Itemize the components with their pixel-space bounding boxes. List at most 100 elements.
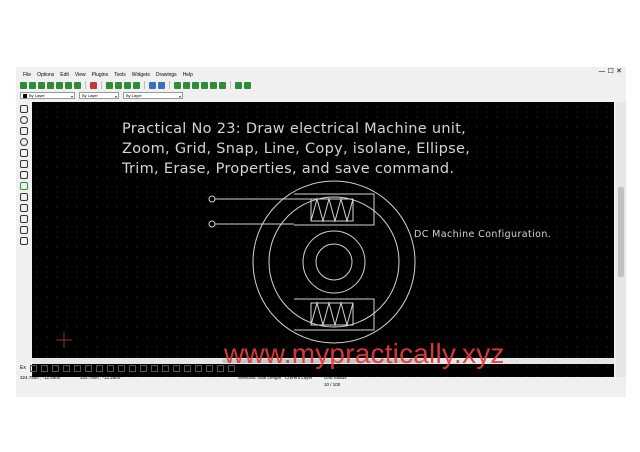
zoom-out-icon[interactable] (183, 81, 190, 89)
color-select[interactable]: By Layer ▾ (20, 92, 75, 99)
paste-icon[interactable] (115, 81, 122, 89)
toolbar-divider (85, 81, 86, 89)
print-icon[interactable] (65, 81, 72, 89)
relative-zero-icon[interactable] (161, 364, 169, 372)
ellipse-tool-icon[interactable] (19, 138, 28, 146)
selected-length-label: Selected Total Length (238, 375, 282, 380)
block-tool-icon[interactable] (19, 226, 28, 234)
zoom-previous-icon[interactable] (201, 81, 208, 89)
snap-middle-icon[interactable] (84, 364, 92, 372)
line-width-value: By Layer (82, 93, 98, 98)
chevron-down-icon: ▾ (114, 94, 117, 99)
open-file-icon[interactable] (38, 81, 45, 89)
menu-help[interactable]: Help (183, 72, 193, 78)
property-bar: By Layer ▾ By Layer ▾ By Layer ▾ (20, 92, 183, 100)
armature-outer-circle (302, 230, 366, 294)
drawing-canvas[interactable]: Practical No 23: Draw electrical Machine… (32, 102, 614, 377)
block-icon[interactable] (194, 364, 202, 372)
restrict-icon[interactable] (244, 81, 251, 89)
zoom-auto-icon[interactable] (192, 81, 199, 89)
crosshair-cursor (56, 332, 72, 348)
tool-sidebar (16, 102, 31, 380)
restrict-orthogonal-icon[interactable] (128, 364, 136, 372)
title-line-1: Practical No 23: Draw electrical Machine… (122, 121, 467, 137)
menu-file[interactable]: File (23, 72, 31, 78)
vertical-scroll-thumb[interactable] (618, 187, 624, 277)
circle-tool-icon[interactable] (19, 116, 28, 124)
restrict-nothing-icon[interactable] (117, 364, 125, 372)
image-tool-icon[interactable] (19, 215, 28, 223)
line-type-value: By Layer (126, 93, 142, 98)
draft-mode-icon[interactable] (158, 81, 165, 89)
dimension-tool-icon[interactable] (19, 171, 28, 179)
snap-icon[interactable] (235, 81, 242, 89)
snap-intersection-icon[interactable] (106, 364, 114, 372)
title-line-3: Trim, Erase, Properties, and save comman… (122, 161, 455, 177)
polyline-tool-icon[interactable] (19, 149, 28, 157)
new-template-icon[interactable] (29, 81, 36, 89)
grid-status-value: 10 / 100 (324, 382, 341, 387)
menu-tools[interactable]: Tools (114, 72, 126, 78)
snap-center-icon[interactable] (73, 364, 81, 372)
line-width-select[interactable]: By Layer ▾ (79, 92, 119, 99)
save-as-icon[interactable] (56, 81, 63, 89)
modify-tool-icon[interactable] (19, 182, 28, 190)
window-controls[interactable]: — ☐ ✕ (598, 67, 622, 75)
snap-endpoint-icon[interactable] (51, 364, 59, 372)
zoom-pan-icon[interactable] (219, 81, 226, 89)
toolbar-divider (169, 81, 170, 89)
point-tool-icon[interactable] (19, 237, 28, 245)
snap-free-icon[interactable] (29, 364, 37, 372)
menu-plugins[interactable]: Plugins (92, 72, 108, 78)
current-layer-label: Current Layer (285, 375, 313, 380)
menu-view[interactable]: View (75, 72, 86, 78)
save-icon[interactable] (47, 81, 54, 89)
grid-status-label: Grid Status (324, 375, 347, 380)
undo-icon[interactable] (124, 81, 131, 89)
menu-bar: File Options Edit View Plugins Tools Wid… (16, 70, 193, 79)
lower-coil-zigzag (310, 301, 354, 327)
outer-frame-circle (252, 180, 416, 344)
restrict-horizontal-icon[interactable] (139, 364, 147, 372)
menu-edit[interactable]: Edit (60, 72, 69, 78)
terminal-upper (208, 195, 216, 203)
zoom-in-icon[interactable] (174, 81, 181, 89)
toolbar-divider (144, 81, 145, 89)
lock-relative-zero-icon[interactable] (172, 364, 180, 372)
library-icon[interactable] (216, 364, 224, 372)
color-value: By Layer (29, 93, 45, 98)
toolbar-divider (101, 81, 102, 89)
snap-exclusive-label[interactable]: Ex (20, 365, 26, 371)
print-preview-icon[interactable] (74, 81, 81, 89)
vertical-scrollbar[interactable] (616, 102, 626, 377)
menu-options[interactable]: Options (37, 72, 54, 78)
redo-icon[interactable] (133, 81, 140, 89)
curve-tool-icon[interactable] (19, 127, 28, 135)
pen-icon[interactable] (205, 364, 213, 372)
cut-icon[interactable] (90, 81, 97, 89)
snap-distance-icon[interactable] (95, 364, 103, 372)
chevron-down-icon: ▾ (178, 94, 181, 99)
armature-inner-circle (315, 243, 353, 281)
absolute-coordinates: 324.7500 , -12.2500 (20, 375, 61, 380)
watermark-text: www.mypractically.xyz (224, 338, 505, 369)
zoom-window-icon[interactable] (210, 81, 217, 89)
info-tool-icon[interactable] (19, 193, 28, 201)
title-line-2: Zoom, Grid, Snap, Line, Copy, isolane, E… (122, 141, 471, 157)
menu-drawings[interactable]: Drawings (156, 72, 177, 78)
snap-grid-icon[interactable] (40, 364, 48, 372)
layer-icon[interactable] (183, 364, 191, 372)
text-tool-icon[interactable] (19, 204, 28, 212)
toolbar-divider (230, 81, 231, 89)
line-type-select[interactable]: By Layer ▾ (123, 92, 183, 99)
copy-icon[interactable] (106, 81, 113, 89)
select-tool-icon[interactable] (19, 160, 28, 168)
line-tool-icon[interactable] (19, 105, 28, 113)
snap-onentity-icon[interactable] (62, 364, 70, 372)
menu-widgets[interactable]: Widgets (132, 72, 150, 78)
grid-toggle-icon[interactable] (149, 81, 156, 89)
terminal-lower (208, 220, 216, 228)
chevron-down-icon: ▾ (70, 94, 73, 99)
new-file-icon[interactable] (20, 81, 27, 89)
restrict-vertical-icon[interactable] (150, 364, 158, 372)
